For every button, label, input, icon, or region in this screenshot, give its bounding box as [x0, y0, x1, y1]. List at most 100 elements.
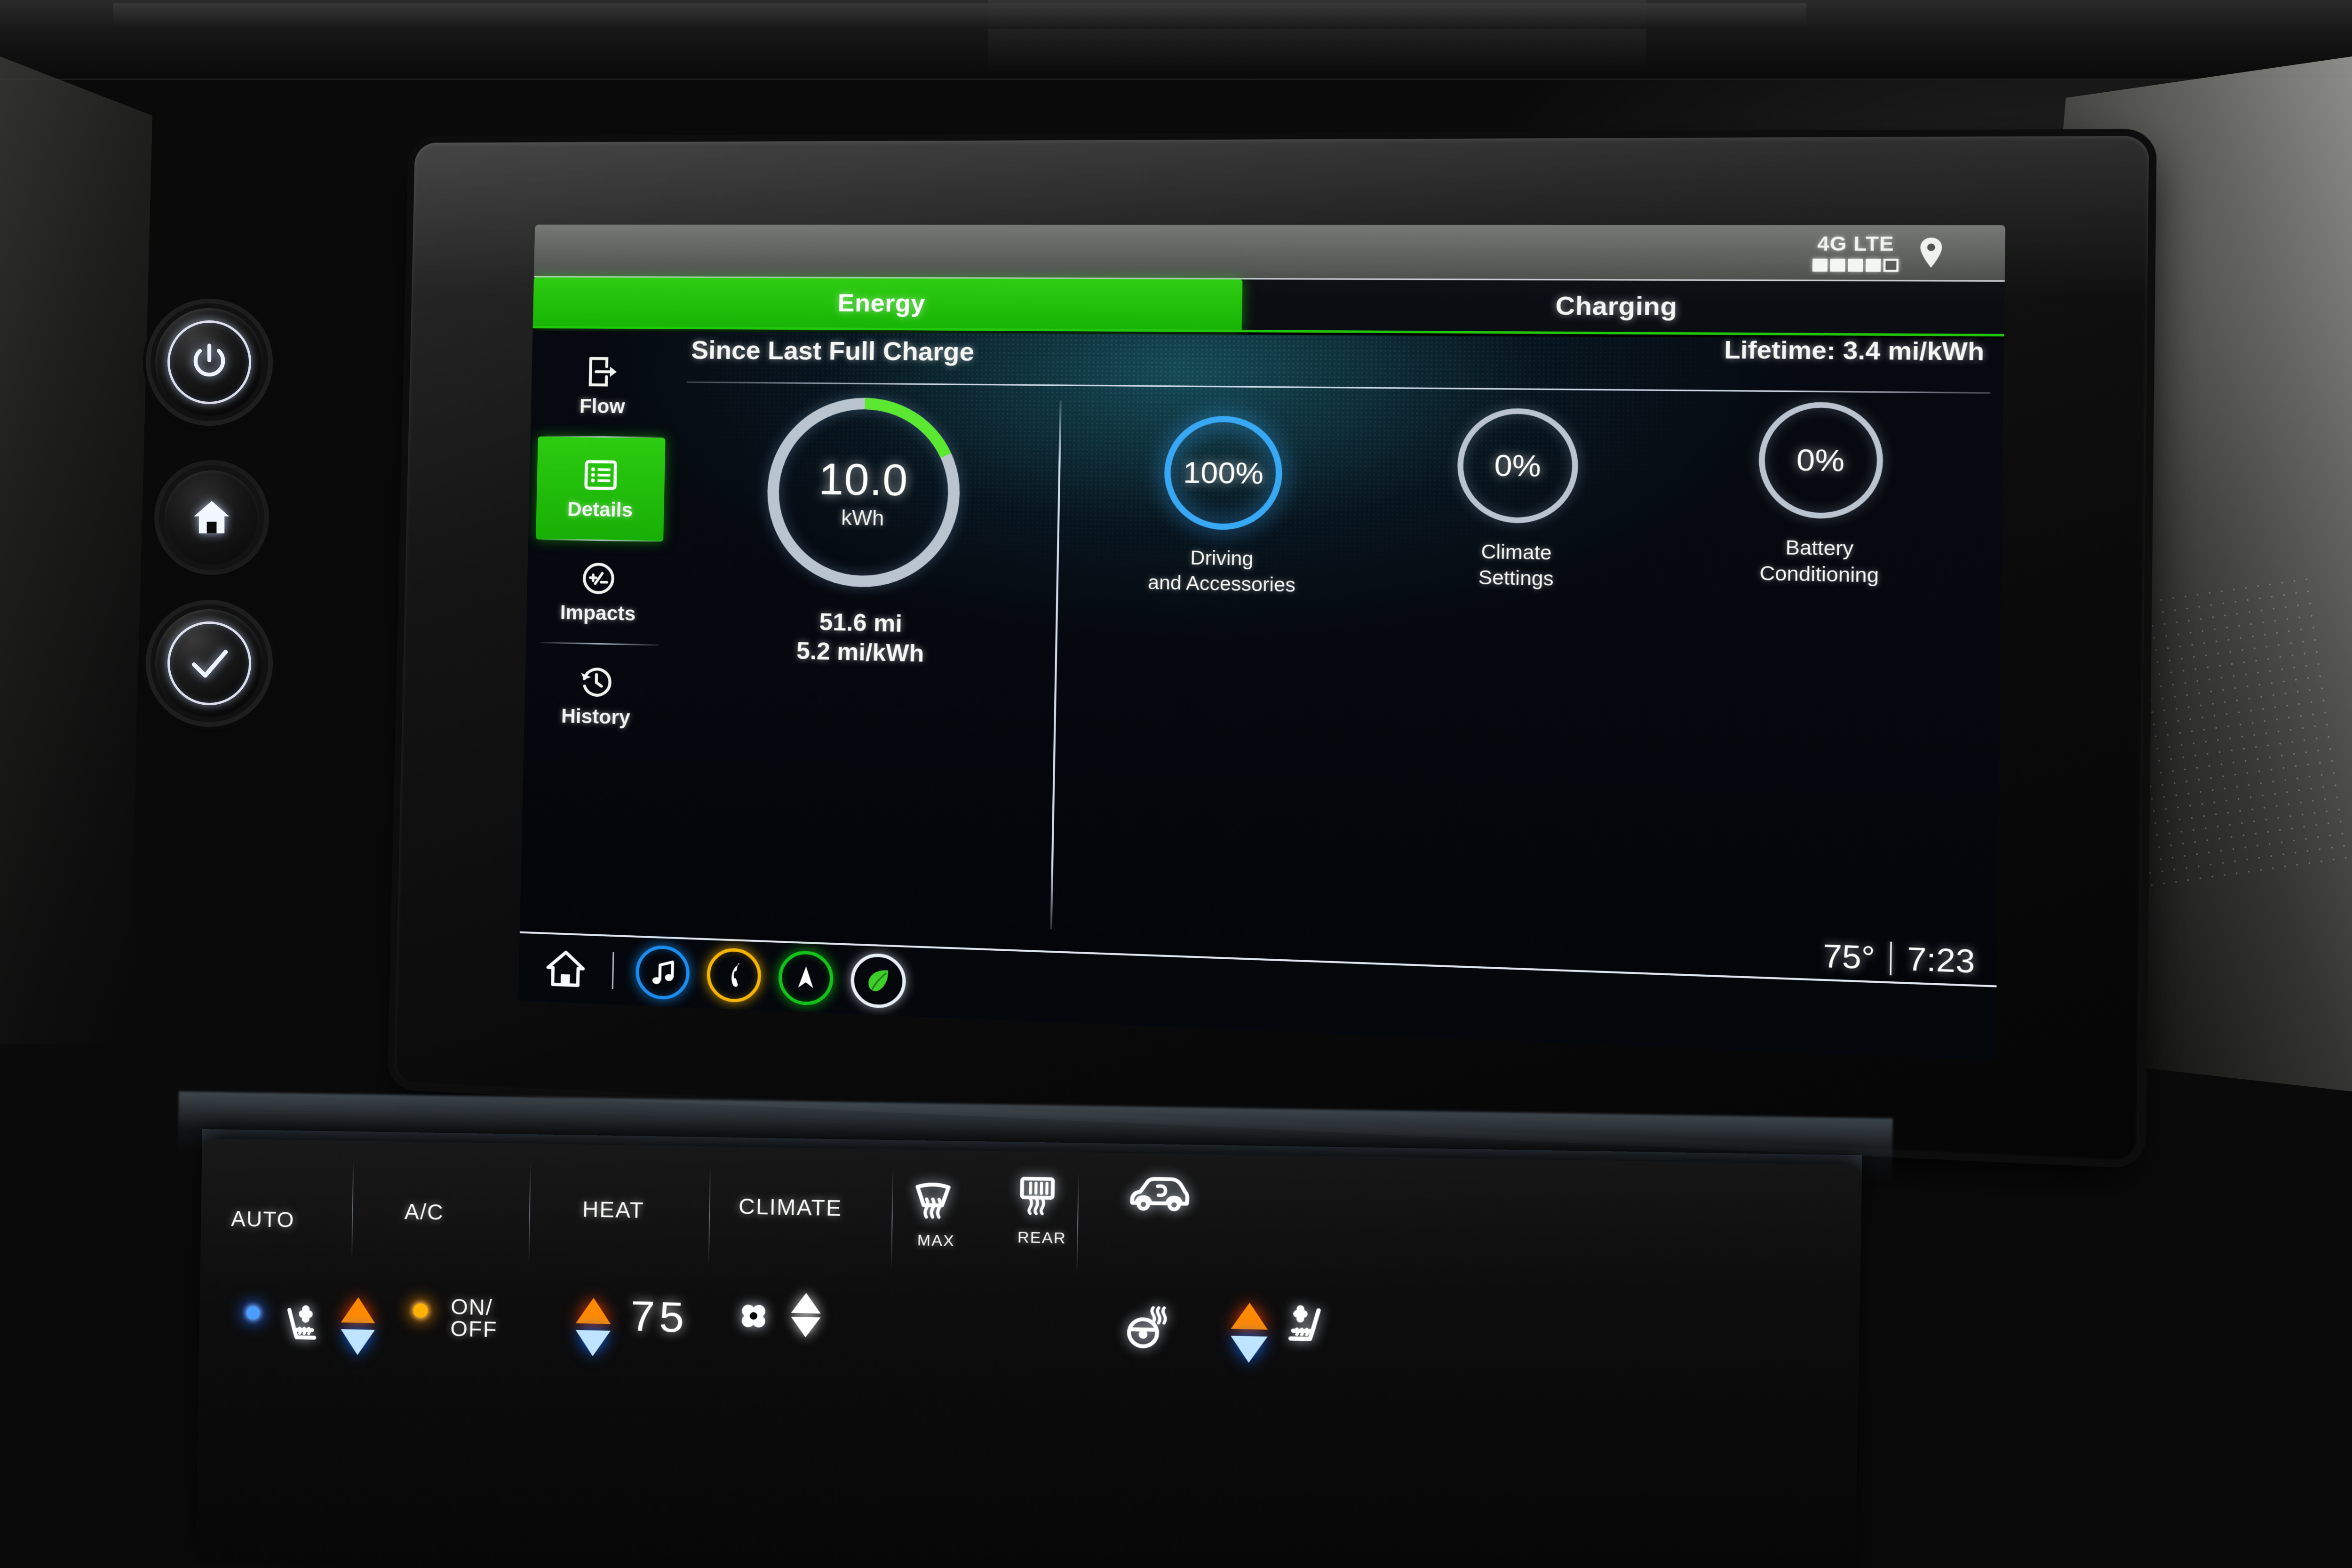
- driving-label: Driving and Accessories: [1148, 545, 1296, 598]
- heated-steering-wheel-icon[interactable]: [1121, 1301, 1173, 1351]
- battery-percent: 0%: [1796, 442, 1845, 478]
- signal-strength-bars: [1812, 258, 1899, 272]
- power-knob-button[interactable]: [155, 308, 263, 416]
- climate-divider-4: [890, 1169, 894, 1271]
- leaf-icon: [868, 970, 894, 996]
- temp-down-icon[interactable]: [575, 1329, 611, 1357]
- auto-label[interactable]: AUTO: [231, 1206, 295, 1233]
- tab-energy[interactable]: Energy: [532, 277, 1243, 330]
- check-icon: [191, 650, 228, 678]
- location-pin-icon: [1920, 237, 1942, 268]
- energy-main-panel: Since Last Full Charge Lifetime: 3.4 mi/…: [663, 332, 2004, 986]
- metric-climate-settings: 0% Climate Settings: [1438, 403, 1597, 593]
- plus-minus-circle-icon: [580, 560, 618, 597]
- onoff-button[interactable]: ON/OFF: [450, 1294, 498, 1342]
- defrost-max-icon[interactable]: [906, 1180, 959, 1226]
- energy-gauge: 10.0 kWh: [756, 388, 970, 597]
- fan-speed-up-icon[interactable]: [791, 1292, 821, 1314]
- driving-ring: 100%: [1159, 411, 1287, 535]
- nav-navigation-button[interactable]: [778, 950, 834, 1006]
- sidebar-item-details-label: Details: [567, 498, 633, 521]
- signal-bar-1: [1812, 258, 1828, 272]
- climate-label: Climate Settings: [1478, 539, 1554, 592]
- nav-audio-button[interactable]: [635, 945, 691, 1001]
- climate-control-panel: AUTO A/C ON/OFF HEAT 75 CLIMATE MAX REAR: [195, 1138, 1862, 1568]
- sidebar-item-history-label: History: [561, 704, 631, 729]
- clock: 7:23: [1907, 940, 1975, 980]
- energy-gauge-subtext: 51.6 mi 5.2 mi/kWh: [796, 607, 925, 669]
- nav-phone-button[interactable]: [706, 947, 762, 1003]
- dash-top-seam: [113, 3, 1806, 29]
- tab-energy-label: Energy: [837, 289, 926, 318]
- driving-label-line2: and Accessories: [1147, 572, 1296, 597]
- lifetime-efficiency: Lifetime: 3.4 mi/kWh: [1724, 336, 1985, 366]
- navigation-arrow-icon: [798, 966, 814, 988]
- music-note-icon: [652, 956, 679, 984]
- heat-label[interactable]: HEAT: [582, 1196, 644, 1223]
- network-status: 4G LTE: [1812, 233, 1899, 272]
- tab-charging[interactable]: Charging: [1242, 279, 2005, 334]
- nav-separator: [612, 952, 614, 989]
- climate-divider-1: [351, 1160, 354, 1259]
- page-title: Since Last Full Charge: [691, 335, 975, 366]
- energy-gauge-group: 10.0 kWh 51.6 mi 5.2 mi/kWh: [668, 388, 1060, 672]
- ac-label[interactable]: A/C: [404, 1199, 444, 1225]
- driver-seat-heat-down-icon[interactable]: [340, 1329, 375, 1356]
- climate-divider-3: [708, 1165, 711, 1267]
- clock-history-icon: [578, 663, 616, 701]
- confirm-knob-button[interactable]: [155, 609, 263, 717]
- sidebar-item-history[interactable]: History: [532, 643, 661, 749]
- energy-gauge-center: 10.0 kWh: [756, 388, 970, 597]
- signal-bar-3: [1848, 258, 1863, 272]
- signal-bar-5: [1883, 258, 1899, 272]
- fan-speed-stepper[interactable]: [790, 1292, 821, 1338]
- energy-sidebar: Flow Details Impacts History: [520, 331, 675, 937]
- sidebar-item-impacts[interactable]: Impacts: [533, 540, 663, 645]
- home-hardware-button[interactable]: [165, 470, 259, 565]
- battery-label: Battery Conditioning: [1759, 534, 1879, 589]
- ac-indicator-led: [413, 1303, 428, 1318]
- signal-bar-4: [1865, 258, 1881, 272]
- temperature-display: 75: [628, 1294, 688, 1346]
- battery-ring: 0%: [1753, 397, 1889, 524]
- info-separator: [1890, 941, 1892, 976]
- home-icon: [543, 946, 588, 992]
- tab-bar: Energy Charging: [532, 277, 2005, 337]
- driving-percent: 100%: [1183, 455, 1264, 491]
- heated-seat-icon[interactable]: [279, 1298, 325, 1345]
- rear-defrost-icon[interactable]: [1013, 1174, 1062, 1218]
- outside-temperature: 75°: [1822, 938, 1875, 977]
- passenger-seat-heat-down-icon[interactable]: [1230, 1336, 1268, 1363]
- sidebar-item-impacts-label: Impacts: [560, 601, 636, 625]
- sidebar-item-details[interactable]: Details: [536, 436, 666, 542]
- metric-driving-accessories: 100% Driving and Accessories: [1145, 411, 1301, 598]
- driving-label-line1: Driving: [1190, 547, 1254, 570]
- climate-label[interactable]: CLIMATE: [739, 1193, 842, 1221]
- fan-icon[interactable]: [731, 1293, 777, 1338]
- list-details-icon: [582, 456, 620, 494]
- tab-charging-label: Charging: [1555, 291, 1678, 321]
- air-recirculation-icon[interactable]: [1126, 1173, 1192, 1216]
- energy-details-content: Flow Details Impacts History Since Last …: [520, 330, 2004, 986]
- climate-percent: 0%: [1494, 448, 1542, 483]
- sidebar-item-flow[interactable]: Flow: [538, 334, 667, 438]
- nav-energy-button[interactable]: [850, 952, 906, 1009]
- infotainment-screen: 4G LTE Energy Charging Flow Details Impa…: [518, 224, 2006, 1060]
- climate-divider-5: [1076, 1171, 1079, 1275]
- climate-divider-2: [528, 1162, 531, 1263]
- power-icon: [193, 343, 225, 377]
- trip-distance: 51.6 mi: [819, 608, 903, 637]
- battery-label-line2: Conditioning: [1759, 562, 1879, 587]
- temp-up-icon[interactable]: [575, 1297, 612, 1324]
- driver-seat-heat-up-icon[interactable]: [341, 1297, 376, 1323]
- heated-seat-right-icon[interactable]: [1279, 1298, 1330, 1347]
- home-icon: [194, 501, 230, 533]
- max-label: MAX: [917, 1231, 955, 1250]
- nav-home-button[interactable]: [540, 943, 591, 995]
- auto-indicator-led: [246, 1306, 260, 1320]
- energy-flow-icon: [584, 353, 621, 390]
- passenger-seat-heat-up-icon[interactable]: [1231, 1302, 1268, 1330]
- energy-used-pane: 10.0 kWh 51.6 mi 5.2 mi/kWh: [663, 383, 1060, 951]
- battery-label-line1: Battery: [1785, 537, 1854, 560]
- fan-speed-down-icon[interactable]: [790, 1316, 821, 1338]
